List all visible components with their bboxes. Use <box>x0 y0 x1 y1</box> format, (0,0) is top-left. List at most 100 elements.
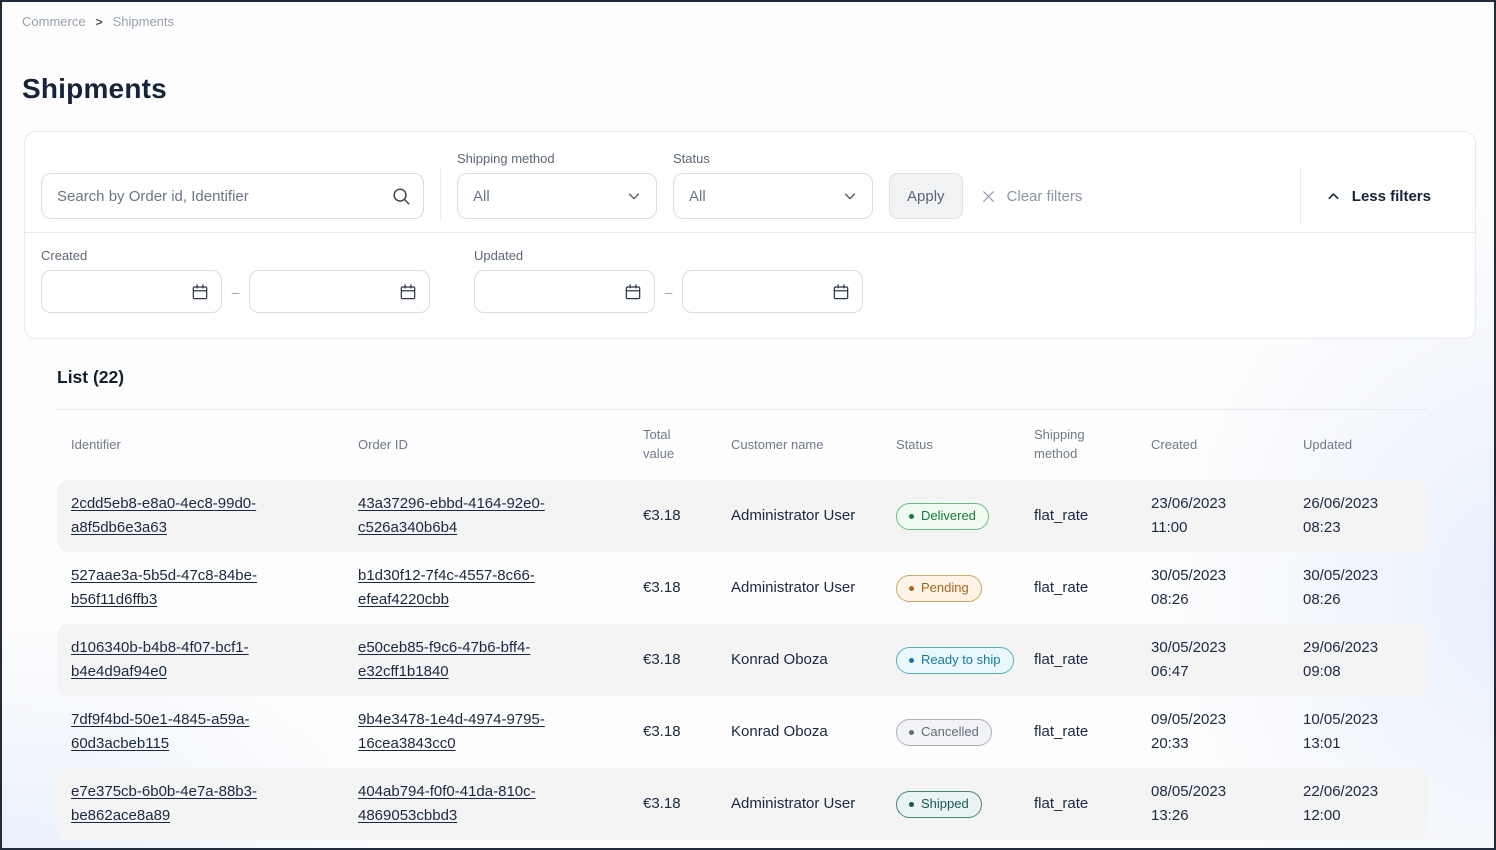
close-icon <box>979 187 998 206</box>
cell-status: Shipped <box>882 791 1020 818</box>
created-from-input[interactable] <box>41 270 222 313</box>
cell-created: 23/06/2023 11:00 <box>1137 492 1249 540</box>
cell-customer-name: Konrad Oboza <box>717 720 867 744</box>
column-header-order-id: Order ID <box>344 436 629 455</box>
cell-identifier: e7e375cb-6b0b-4e7a-88b3-be862ace8a89 <box>57 780 344 828</box>
cell-total-value: €3.18 <box>629 504 717 528</box>
created-label: Created <box>41 248 430 263</box>
chevron-up-icon <box>1325 188 1342 205</box>
cell-shipping-method: flat_rate <box>1020 720 1137 744</box>
created-to-input[interactable] <box>249 270 430 313</box>
cell-created: 30/05/2023 06:47 <box>1137 636 1249 684</box>
search-input[interactable] <box>41 173 424 219</box>
column-header-identifier: Identifier <box>57 436 344 455</box>
cell-updated: 29/06/2023 09:08 <box>1289 636 1401 684</box>
cell-total-value: €3.18 <box>629 648 717 672</box>
cell-shipping-method: flat_rate <box>1020 504 1137 528</box>
identifier-link[interactable]: 2cdd5eb8-e8a0-4ec8-99d0-a8f5db6e3a63 <box>71 492 313 540</box>
less-filters-label: Less filters <box>1352 188 1431 205</box>
cell-order-id: 404ab794-f0f0-41da-810c-4869053cbbd3 <box>344 780 629 828</box>
breadcrumb-item-commerce[interactable]: Commerce <box>22 14 86 29</box>
page-title: Shipments <box>22 73 1494 105</box>
status-badge: Delivered <box>896 503 989 530</box>
apply-button[interactable]: Apply <box>889 173 963 219</box>
shipping-method-field: Shipping method All <box>457 151 657 219</box>
filter-divider <box>440 169 441 219</box>
cell-updated: 22/06/2023 12:00 <box>1289 780 1401 828</box>
list-title: List (22) <box>57 367 1472 388</box>
identifier-link[interactable]: d106340b-b4b8-4f07-bcf1-b4e4d9af94e0 <box>71 636 313 684</box>
order-id-link[interactable]: 9b4e3478-1e4d-4974-9795-16cea3843cc0 <box>358 708 600 756</box>
less-filters-button[interactable]: Less filters <box>1325 173 1459 219</box>
search-icon <box>391 186 411 206</box>
order-id-link[interactable]: 404ab794-f0f0-41da-810c-4869053cbbd3 <box>358 780 600 828</box>
table-body: 2cdd5eb8-e8a0-4ec8-99d0-a8f5db6e3a63 43a… <box>24 480 1472 840</box>
table-row: e7e375cb-6b0b-4e7a-88b3-be862ace8a89 404… <box>57 768 1428 840</box>
identifier-link[interactable]: e7e375cb-6b0b-4e7a-88b3-be862ace8a89 <box>71 780 313 828</box>
cell-identifier: 2cdd5eb8-e8a0-4ec8-99d0-a8f5db6e3a63 <box>57 492 344 540</box>
table-row: 2cdd5eb8-e8a0-4ec8-99d0-a8f5db6e3a63 43a… <box>57 480 1428 552</box>
updated-range-field: Updated – <box>474 248 863 313</box>
column-header-customer-name: Customer name <box>717 436 882 455</box>
breadcrumb-item-shipments[interactable]: Shipments <box>113 14 174 29</box>
cell-status: Delivered <box>882 503 1020 530</box>
cell-shipping-method: flat_rate <box>1020 648 1137 672</box>
updated-label: Updated <box>474 248 863 263</box>
column-header-updated: Updated <box>1289 436 1432 455</box>
column-header-shipping-method: Shipping method <box>1020 426 1137 464</box>
cell-created: 08/05/2023 13:26 <box>1137 780 1249 828</box>
cell-created: 30/05/2023 08:26 <box>1137 564 1249 612</box>
cell-status: Cancelled <box>882 719 1020 746</box>
table-row: 527aae3a-5b5d-47c8-84be-b56f11d6ffb3 b1d… <box>57 552 1428 624</box>
shipments-list-section: List (22) Identifier Order ID Total valu… <box>24 339 1472 840</box>
breadcrumb: Commerce > Shipments <box>2 2 1494 29</box>
date-range-dash: – <box>222 284 249 300</box>
cell-order-id: 43a37296-ebbd-4164-92e0-c526a340b6b4 <box>344 492 629 540</box>
cell-updated: 10/05/2023 13:01 <box>1289 708 1401 756</box>
clear-filters-label: Clear filters <box>1007 188 1083 205</box>
cell-updated: 30/05/2023 08:26 <box>1289 564 1401 612</box>
status-label: Status <box>673 151 873 166</box>
status-select[interactable]: All <box>673 173 873 219</box>
chevron-down-icon <box>841 187 859 205</box>
order-id-link[interactable]: 43a37296-ebbd-4164-92e0-c526a340b6b4 <box>358 492 600 540</box>
cell-updated: 26/06/2023 08:23 <box>1289 492 1401 540</box>
date-range-dash: – <box>655 284 682 300</box>
app-frame: Commerce > Shipments Shipments Shipping … <box>0 0 1496 850</box>
shipping-method-value: All <box>473 188 490 205</box>
table-row: d106340b-b4b8-4f07-bcf1-b4e4d9af94e0 e50… <box>57 624 1428 696</box>
column-header-created: Created <box>1137 436 1289 455</box>
identifier-link[interactable]: 527aae3a-5b5d-47c8-84be-b56f11d6ffb3 <box>71 564 313 612</box>
updated-from-input[interactable] <box>474 270 655 313</box>
order-id-link[interactable]: e50ceb85-f9c6-47b6-bff4-e32cff1b1840 <box>358 636 600 684</box>
breadcrumb-separator-icon: > <box>96 15 103 29</box>
status-badge: Pending <box>896 575 982 602</box>
updated-to-input[interactable] <box>682 270 863 313</box>
clear-filters-button[interactable]: Clear filters <box>979 173 1083 219</box>
column-header-total-value: Total value <box>629 426 717 464</box>
search-box <box>41 173 424 219</box>
column-header-status: Status <box>882 436 1020 455</box>
order-id-link[interactable]: b1d30f12-7f4c-4557-8c66-efeaf4220cbb <box>358 564 600 612</box>
cell-shipping-method: flat_rate <box>1020 576 1137 600</box>
cell-order-id: 9b4e3478-1e4d-4974-9795-16cea3843cc0 <box>344 708 629 756</box>
cell-identifier: 527aae3a-5b5d-47c8-84be-b56f11d6ffb3 <box>57 564 344 612</box>
cell-total-value: €3.18 <box>629 576 717 600</box>
cell-customer-name: Administrator User <box>717 504 867 528</box>
status-field: Status All <box>673 151 873 219</box>
table-row: 7df9f4bd-50e1-4845-a59a-60d3acbeb115 9b4… <box>57 696 1428 768</box>
cell-total-value: €3.18 <box>629 792 717 816</box>
cell-order-id: e50ceb85-f9c6-47b6-bff4-e32cff1b1840 <box>344 636 629 684</box>
shipping-method-select[interactable]: All <box>457 173 657 219</box>
identifier-link[interactable]: 7df9f4bd-50e1-4845-a59a-60d3acbeb115 <box>71 708 313 756</box>
created-range-field: Created – <box>41 248 430 313</box>
filters-panel: Shipping method All Status All <box>24 131 1476 339</box>
cell-order-id: b1d30f12-7f4c-4557-8c66-efeaf4220cbb <box>344 564 629 612</box>
table-header-row: Identifier Order ID Total value Customer… <box>57 410 1428 480</box>
cell-customer-name: Konrad Oboza <box>717 648 867 672</box>
cell-total-value: €3.18 <box>629 720 717 744</box>
status-badge: Shipped <box>896 791 982 818</box>
chevron-down-icon <box>625 187 643 205</box>
status-badge: Cancelled <box>896 719 992 746</box>
cell-shipping-method: flat_rate <box>1020 792 1137 816</box>
